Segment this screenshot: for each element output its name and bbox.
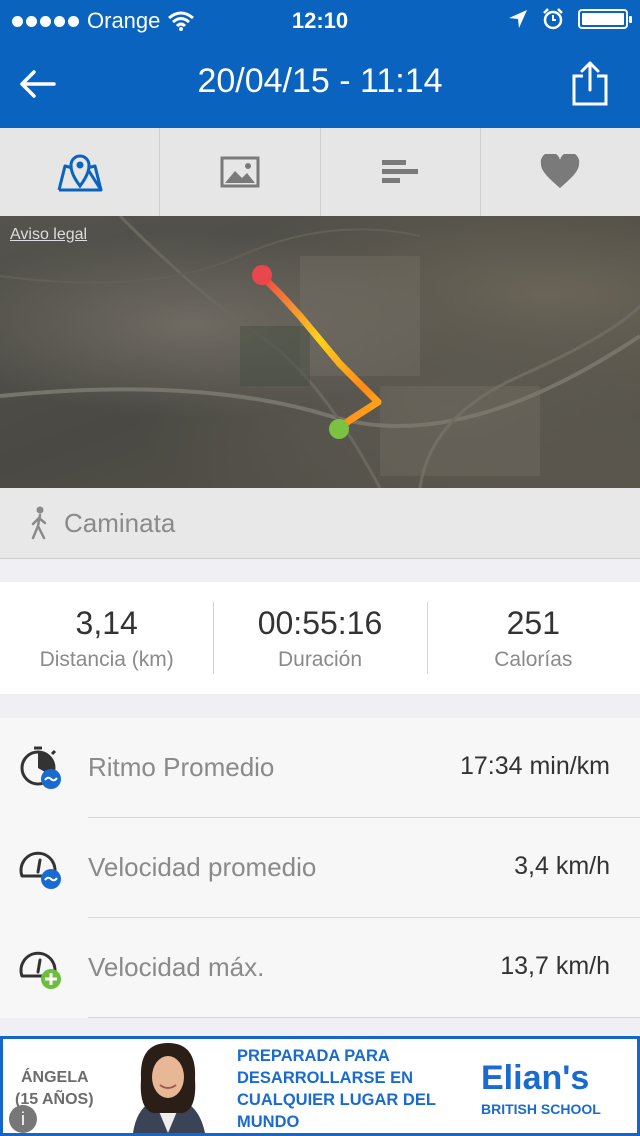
page-title: 20/04/15 - 11:14 <box>197 62 443 100</box>
duration-value: 00:55:16 <box>257 604 383 641</box>
duration-label: Duración <box>277 647 363 671</box>
image-icon <box>220 156 260 188</box>
metric-row-max-speed: Velocidad máx. 13,7 km/h <box>0 918 640 1018</box>
tab-map[interactable] <box>0 128 161 216</box>
detail-tabs <box>0 128 640 217</box>
stat-duration: 00:55:16 Duración <box>213 582 426 694</box>
activity-type: Caminata <box>64 507 176 538</box>
metric-row-pace: Ritmo Promedio 17:34 min/km <box>0 718 640 818</box>
metric-value: 3,4 km/h <box>514 852 610 880</box>
ad-banner[interactable]: ÁNGELA (15 AÑOS) PREPARADA PARA DESARROL… <box>0 1036 640 1136</box>
ad-name: ÁNGELA <box>21 1069 89 1086</box>
stat-distance: 3,14 Distancia (km) <box>0 582 213 694</box>
activity-type-row: Caminata <box>0 488 640 559</box>
heart-icon <box>541 154 580 188</box>
metric-name: Velocidad máx. <box>88 952 265 982</box>
calories-label: Calorías <box>494 647 573 671</box>
distance-value: 3,14 <box>75 604 138 641</box>
tab-photos[interactable] <box>160 128 321 216</box>
nav-bar: 20/04/15 - 11:14 <box>0 40 640 128</box>
route-line <box>252 265 382 439</box>
metric-name: Velocidad promedio <box>88 852 317 882</box>
calories-value: 251 <box>506 604 561 641</box>
tab-heart[interactable] <box>481 128 640 216</box>
ad-brand: Elian's <box>481 1059 590 1097</box>
share-icon[interactable] <box>570 60 610 106</box>
app-header: Orange 12:10 20/04/15 - 11:14 <box>0 0 640 128</box>
battery-icon <box>578 9 632 29</box>
metrics-list: Ritmo Promedio 17:34 min/km Velocidad pr… <box>0 718 640 1018</box>
speed-average-icon <box>19 851 61 889</box>
route-map[interactable]: Aviso legal <box>0 216 640 488</box>
ad-school: BRITISH SCHOOL <box>481 1101 601 1117</box>
metric-name: Ritmo Promedio <box>88 752 275 782</box>
route-start-marker <box>329 419 349 439</box>
status-bar: Orange 12:10 <box>0 0 640 40</box>
walking-person-icon <box>31 506 47 540</box>
speed-max-icon <box>19 951 61 989</box>
bars-icon <box>382 160 419 183</box>
metric-value: 13,7 km/h <box>500 952 610 980</box>
info-icon[interactable]: i <box>9 1105 37 1133</box>
metric-value: 17:34 min/km <box>459 752 610 780</box>
route-end-marker <box>252 265 272 285</box>
metric-row-avg-speed: Velocidad promedio 3,4 km/h <box>0 818 640 918</box>
distance-label: Distancia (km) <box>39 647 174 671</box>
ad-slogan: PREPARADA PARA DESARROLLARSE EN CUALQUIE… <box>237 1047 436 1131</box>
summary-stats: 3,14 Distancia (km) 00:55:16 Duración 25… <box>0 582 640 694</box>
stat-calories: 251 Calorías <box>426 582 640 694</box>
alarm-icon <box>543 8 563 30</box>
map-pin-icon <box>57 154 103 192</box>
ad-photo <box>133 1043 205 1133</box>
location-arrow-icon <box>509 10 527 28</box>
tab-stats[interactable] <box>321 128 481 216</box>
pace-average-icon <box>20 746 61 789</box>
